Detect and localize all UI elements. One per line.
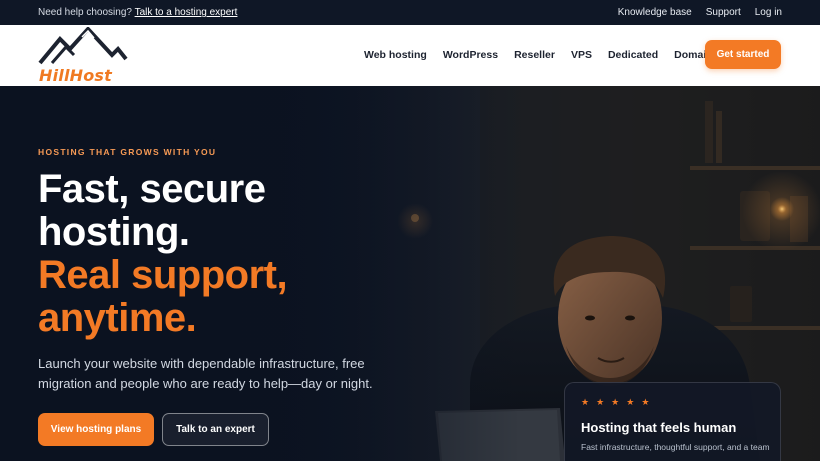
hero-headline: Fast, secure hosting. Real support, anyt… — [38, 167, 288, 340]
knowledge-base-link[interactable]: Knowledge base — [618, 7, 692, 18]
talk-to-expert-link[interactable]: Talk to a hosting expert — [135, 7, 238, 18]
star-icon: ★ — [596, 397, 605, 407]
headline-line-2: hosting. — [38, 210, 190, 254]
card-text: Fast infrastructure, thoughtful support,… — [581, 442, 770, 452]
nav-web-hosting[interactable]: Web hosting — [364, 49, 427, 61]
support-link[interactable]: Support — [706, 7, 741, 18]
view-hosting-plans-button[interactable]: View hosting plans — [38, 413, 154, 446]
headline-line-1: Fast, secure — [38, 167, 266, 211]
get-started-button[interactable]: Get started — [705, 40, 781, 69]
nav-dedicated[interactable]: Dedicated — [608, 49, 658, 61]
talk-to-expert-button[interactable]: Talk to an expert — [162, 413, 269, 446]
headline-line-4: anytime. — [38, 296, 197, 340]
nav-wordpress[interactable]: WordPress — [443, 49, 498, 61]
hero-eyebrow: HOSTING THAT GROWS WITH YOU — [38, 147, 217, 157]
nav-vps[interactable]: VPS — [571, 49, 592, 61]
help-prefix: Need help choosing? — [38, 7, 132, 18]
help-text: Need help choosing? Talk to a hosting ex… — [38, 7, 237, 18]
log-in-link[interactable]: Log in — [755, 7, 782, 18]
star-icon: ★ — [611, 397, 620, 407]
hero-section: HOSTING THAT GROWS WITH YOU Fast, secure… — [0, 86, 820, 461]
star-rating: ★ ★ ★ ★ ★ — [581, 398, 649, 407]
star-icon: ★ — [626, 397, 635, 407]
card-title: Hosting that feels human — [581, 420, 737, 435]
headline-line-3: Real support, — [38, 253, 288, 297]
utility-links: Knowledge base Support Log in — [618, 7, 782, 18]
primary-menu: Web hosting WordPress Reseller VPS Dedic… — [364, 49, 718, 61]
main-nav: HillHost Web hosting WordPress Reseller … — [0, 25, 820, 86]
logo-wordmark: HillHost — [39, 66, 112, 85]
testimonial-card: ★ ★ ★ ★ ★ Hosting that feels human Fast … — [564, 382, 781, 461]
mountain-logo-icon — [38, 26, 128, 65]
utility-bar: Need help choosing? Talk to a hosting ex… — [0, 0, 820, 25]
star-icon: ★ — [641, 397, 650, 407]
hero-subtitle: Launch your website with dependable infr… — [38, 356, 373, 391]
nav-reseller[interactable]: Reseller — [514, 49, 555, 61]
hillhost-logo[interactable]: HillHost — [38, 26, 138, 85]
star-icon: ★ — [581, 397, 590, 407]
